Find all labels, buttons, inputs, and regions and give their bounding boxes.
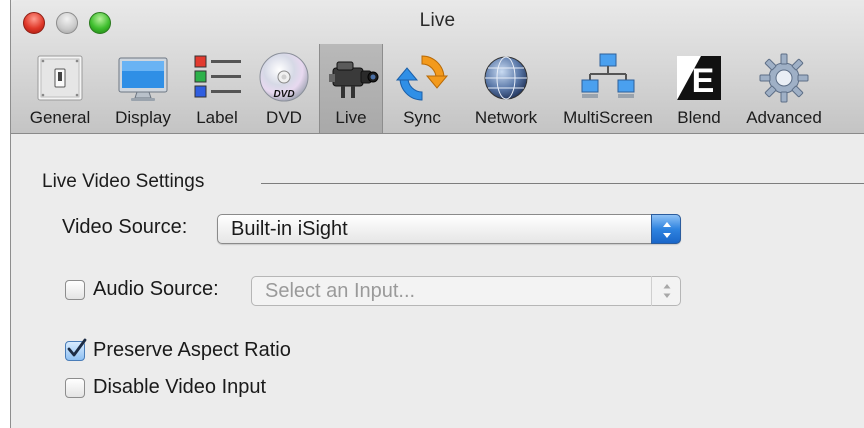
gear-icon [759,53,809,103]
svg-text:E: E [692,62,715,100]
toolbar-label-advanced: Advanced [746,108,822,127]
network-globe-icon [484,56,528,100]
video-source-value: Built-in iSight [231,218,348,240]
checkmark-icon [67,338,87,357]
title-toolbar-area: Live General Display Label DVD DVD Live … [11,0,864,134]
toolbar-item-label[interactable]: Label [185,44,249,133]
dvd-disc-icon: DVD [259,52,309,102]
popup-arrows-icon [651,214,681,244]
blend-icon: E [677,56,721,100]
toolbar-item-display[interactable]: Display [103,44,183,133]
toolbar-label-label: Label [196,108,238,127]
toolbar-label-live: Live [335,108,367,127]
preferences-window: Live General Display Label DVD DVD Live … [10,0,864,428]
toolbar-item-multiscreen[interactable]: MultiScreen [555,44,661,133]
sync-arrows-icon [395,55,449,101]
preferences-toolbar: General Display Label DVD DVD Live Sync … [11,44,864,134]
section-title: Live Video Settings [42,171,205,192]
toolbar-item-sync[interactable]: Sync [391,44,453,133]
disable-video-checkbox[interactable] [65,378,85,398]
window-title: Live [419,10,456,31]
toolbar-label-general: General [29,108,91,127]
audio-source-placeholder: Select an Input... [265,280,416,302]
toolbar-item-advanced[interactable]: Advanced [735,44,833,133]
multiscreen-icon [581,53,635,98]
audio-source-popup[interactable]: Select an Input... [251,276,681,306]
toolbar-label-blend: Blend [677,108,721,127]
toolbar-item-live[interactable]: Live [319,44,383,133]
audio-source-checkbox[interactable] [65,280,85,300]
toolbar-label-dvd: DVD [266,108,302,127]
toolbar-label-multiscreen: MultiScreen [563,108,653,127]
video-camera-icon [329,61,379,98]
section-divider [261,183,864,184]
monitor-icon [118,57,168,101]
toolbar-item-blend[interactable]: E Blend [665,44,733,133]
toolbar-item-dvd[interactable]: DVD DVD [251,44,317,133]
video-source-label: Video Source: [62,216,188,238]
switch-icon [37,55,83,101]
preserve-aspect-label: Preserve Aspect Ratio [93,339,291,361]
toolbar-label-sync: Sync [403,108,441,127]
audio-source-label: Audio Source: [93,278,219,300]
toolbar-item-network[interactable]: Network [457,44,555,133]
disable-video-label: Disable Video Input [93,376,267,398]
live-settings-pane: Live Video Settings Video Source: Built-… [11,135,864,428]
preserve-aspect-checkbox[interactable] [65,338,87,361]
video-source-popup[interactable]: Built-in iSight [217,214,681,244]
label-list-icon [194,55,241,98]
toolbar-label-network: Network [474,108,538,127]
toolbar-item-general[interactable]: General [19,44,101,133]
popup-arrows-icon [651,276,681,306]
toolbar-label-display: Display [115,108,171,127]
svg-text:DVD: DVD [273,89,294,100]
